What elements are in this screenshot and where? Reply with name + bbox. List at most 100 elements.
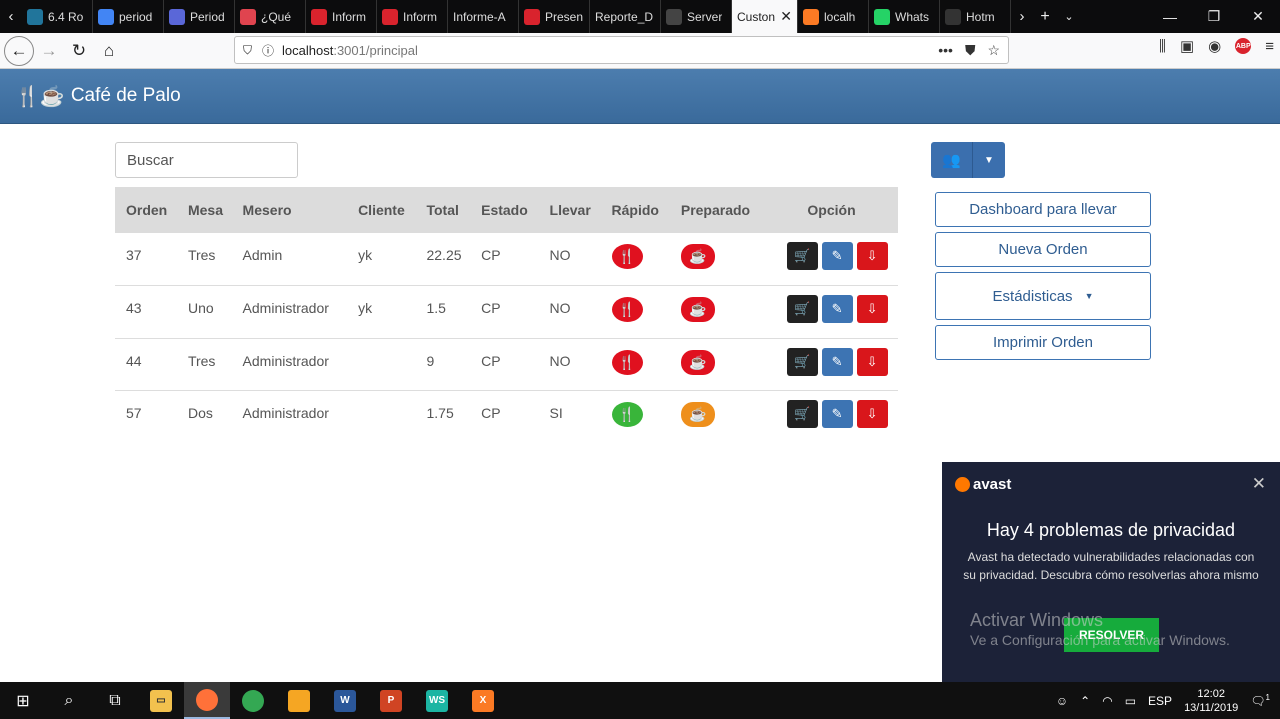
edit-icon[interactable]: ✎ xyxy=(821,242,853,270)
preparado-coffee-icon[interactable]: ☕ xyxy=(680,297,715,322)
r-icon xyxy=(240,8,256,25)
account-icon[interactable]: ◉ xyxy=(1208,37,1221,55)
battery-icon[interactable]: ▭ xyxy=(1125,694,1136,708)
browser-tab[interactable]: Informe-A xyxy=(448,0,519,33)
navigation-bar: ← → ↻ ⌂ ⛉ ⓘ localhost:3001/principal •••… xyxy=(0,33,1280,69)
rapido-cutlery-icon[interactable]: 🍴 xyxy=(611,297,643,322)
library-icon[interactable]: ⫼ xyxy=(1159,38,1166,55)
new-tab-icon[interactable]: + xyxy=(1033,8,1057,26)
imprimir-orden-button[interactable]: Imprimir Orden xyxy=(935,325,1151,360)
user-cog-icon[interactable]: 👥 xyxy=(931,142,973,178)
rapido-cutlery-icon[interactable]: 🍴 xyxy=(611,244,643,269)
user-menu-caret-icon[interactable]: ▼ xyxy=(973,142,1005,178)
cart-icon[interactable]: 🛒 xyxy=(786,400,818,428)
browser-tab[interactable]: Custon ✕ xyxy=(732,0,798,33)
tab-label: period xyxy=(119,9,153,24)
home-icon[interactable]: ⌂ xyxy=(94,36,124,66)
serve-icon[interactable]: ⇩ xyxy=(856,400,888,428)
reload-icon[interactable]: ↻ xyxy=(64,36,94,66)
paint-app-icon[interactable] xyxy=(276,682,322,719)
rapido-cutlery-icon[interactable]: 🍴 xyxy=(611,349,643,375)
avast-logo-icon xyxy=(955,477,970,492)
cutlery-coffee-icon: 🍴☕ xyxy=(15,85,65,108)
tab-list-chevron-icon[interactable]: ⌄ xyxy=(1057,10,1081,23)
menu-icon[interactable]: ≡ xyxy=(1265,38,1274,55)
people-icon[interactable]: ☺ xyxy=(1056,694,1068,708)
minimize-icon[interactable]: — xyxy=(1148,9,1192,25)
notifications-icon[interactable]: 🗨1 xyxy=(1250,693,1270,708)
preparado-coffee-icon[interactable]: ☕ xyxy=(680,402,715,427)
chrome-icon[interactable] xyxy=(230,682,276,719)
cell-estado: CP xyxy=(481,405,501,421)
avast-brand-text: avast xyxy=(973,476,1012,493)
edit-icon[interactable]: ✎ xyxy=(821,400,853,428)
cart-icon[interactable]: 🛒 xyxy=(786,295,818,323)
browser-tab[interactable]: Reporte_D xyxy=(590,0,661,33)
estadisticas-dropdown-button[interactable]: Estádisticas ▼ xyxy=(935,272,1151,320)
browser-tab[interactable]: Server xyxy=(661,0,732,33)
windows-start-icon[interactable]: ⊞ xyxy=(0,682,46,719)
file-explorer-icon[interactable]: ▭ xyxy=(138,682,184,719)
browser-tab[interactable]: ¿Qué xyxy=(235,0,306,33)
clock[interactable]: 12:02 13/11/2019 xyxy=(1184,687,1238,715)
column-header: Cliente xyxy=(347,187,416,233)
browser-tab[interactable]: Presen xyxy=(519,0,590,33)
cart-icon[interactable]: 🛒 xyxy=(786,347,818,376)
preparado-coffee-icon[interactable]: ☕ xyxy=(680,244,715,269)
browser-tab[interactable]: Hotm xyxy=(940,0,1011,33)
url-bar[interactable]: ⛉ ⓘ localhost:3001/principal ••• ⛊ ☆ xyxy=(234,36,1009,64)
shield-icon[interactable]: ⛉ xyxy=(243,43,252,58)
serve-icon[interactable]: ⇩ xyxy=(856,295,888,323)
search-icon[interactable]: ⌕ xyxy=(46,682,92,719)
back-arrow-icon[interactable]: ← xyxy=(4,35,34,66)
browser-tab[interactable]: 6.4 Ro xyxy=(22,0,93,33)
nueva-orden-button[interactable]: Nueva Orden xyxy=(935,232,1151,267)
firefox-icon[interactable] xyxy=(184,682,230,719)
word-icon[interactable]: W xyxy=(322,682,368,719)
browser-tab[interactable]: Inform xyxy=(377,0,448,33)
tray-chevron-icon[interactable]: ⌃ xyxy=(1080,694,1090,708)
serve-icon[interactable]: ⇩ xyxy=(856,347,888,376)
adblock-icon[interactable]: ABP xyxy=(1235,38,1252,54)
preparado-coffee-icon[interactable]: ☕ xyxy=(680,349,715,375)
browser-tab[interactable]: Whats xyxy=(869,0,940,33)
restore-icon[interactable]: ❐ xyxy=(1192,8,1236,25)
xampp-icon[interactable]: X xyxy=(460,682,506,719)
cell-llevar: NO xyxy=(538,338,601,391)
powerpoint-icon[interactable]: P xyxy=(368,682,414,719)
info-icon[interactable]: ⓘ xyxy=(262,42,274,59)
row-actions: 🛒 ✎ ⇩ xyxy=(776,400,898,428)
window-close-icon[interactable]: ✕ xyxy=(1236,8,1280,25)
pocket-icon[interactable]: ⛊ xyxy=(965,42,976,59)
cell-rapido: 🍴 xyxy=(600,233,670,286)
cell-mesa: Dos xyxy=(187,405,213,421)
browser-tab[interactable]: period xyxy=(93,0,164,33)
edit-icon[interactable]: ✎ xyxy=(821,347,853,376)
estadisticas-label: Estádisticas xyxy=(992,287,1073,305)
sidebar-icon[interactable]: ▣ xyxy=(1180,37,1194,55)
language-indicator[interactable]: ESP xyxy=(1148,694,1172,708)
avast-close-icon[interactable]: ✕ xyxy=(1252,474,1266,494)
browser-tab[interactable]: Period xyxy=(164,0,235,33)
tab-label: localh xyxy=(824,9,856,24)
serve-icon[interactable]: ⇩ xyxy=(856,242,888,270)
wifi-icon[interactable]: ◠ xyxy=(1102,694,1112,708)
task-view-icon[interactable]: ⧉ xyxy=(92,682,138,719)
app-title[interactable]: Café de Palo xyxy=(71,85,181,107)
browser-tab[interactable]: Inform xyxy=(306,0,377,33)
search-input[interactable] xyxy=(115,142,298,178)
page-actions-icon[interactable]: ••• xyxy=(938,42,953,59)
cart-icon[interactable]: 🛒 xyxy=(786,242,818,270)
rapido-cutlery-icon[interactable]: 🍴 xyxy=(611,402,643,427)
edit-icon[interactable]: ✎ xyxy=(821,295,853,323)
dashboard-para-llevar-button[interactable]: Dashboard para llevar xyxy=(935,192,1151,227)
bookmark-star-icon[interactable]: ☆ xyxy=(987,42,1000,59)
tab-scroll-right-icon[interactable]: › xyxy=(1011,0,1033,33)
tab-close-icon[interactable]: ✕ xyxy=(780,8,792,25)
forward-arrow-icon[interactable]: → xyxy=(34,36,64,66)
browser-tab[interactable]: localh xyxy=(798,0,869,33)
avast-resolver-button[interactable]: RESOLVER xyxy=(1064,618,1159,652)
table-row: 44 Tres Administrador 9 CP NO 🍴 ☕ 🛒 ✎ ⇩ xyxy=(115,338,898,391)
tab-scroll-left-icon[interactable]: ‹ xyxy=(0,0,22,33)
webstorm-icon[interactable]: WS xyxy=(414,682,460,719)
